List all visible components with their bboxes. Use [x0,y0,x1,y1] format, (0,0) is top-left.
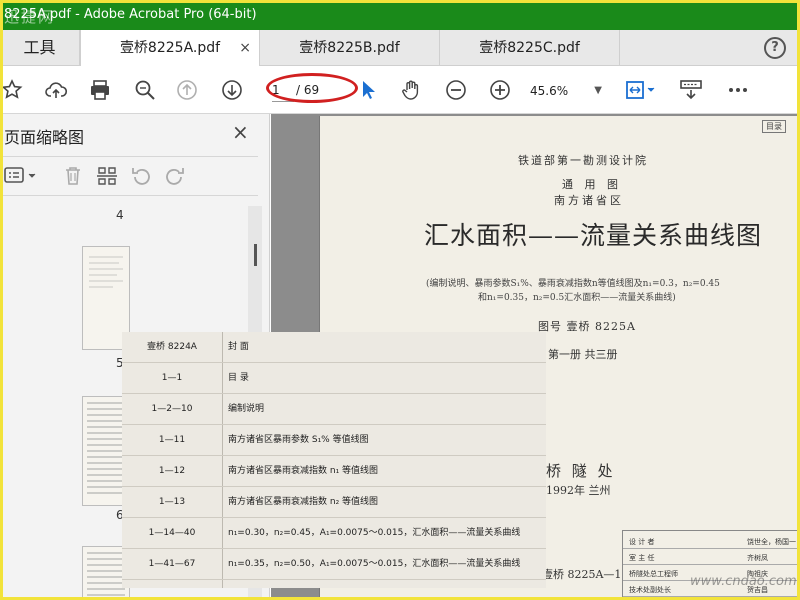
doc-title: 汇水面积——流量关系曲线图 [424,221,763,250]
annotation-highlight-oval [266,73,358,103]
table-row: 1—1 目 录 [122,363,546,394]
rotate-left-icon[interactable] [130,165,152,192]
doc-page-code: 壹桥 8225A—1 [542,568,622,581]
insert-page-icon[interactable] [96,165,118,192]
upload-cloud-icon[interactable] [44,78,68,102]
table-row: 1—14—40 n₁=0.30，n₂=0.45，A₁=0.0075～0.015，汇… [122,518,546,549]
table-row: 1—2—10 编制说明 [122,394,546,425]
zoom-out-icon[interactable] [444,78,468,102]
doc-drawing-number: 图号 壹桥 8225A [538,320,636,333]
delete-page-icon[interactable] [62,165,84,192]
signature-row: 室 主 任齐树凤 [623,551,800,565]
close-icon[interactable]: × [232,120,249,144]
thumbnail-options-icon[interactable] [4,165,40,192]
prev-page-icon[interactable] [175,78,199,102]
doc-subtitle-line-2: 和n₁=0.35，n₂=0.5汇水面积——流量关系曲线) [478,293,676,303]
scroll-mode-icon[interactable] [678,78,704,102]
zoom-in-icon[interactable] [488,78,512,102]
doc-office: 桥 隧 处 [546,462,616,480]
bookmark-star-icon[interactable] [0,78,24,102]
signature-block: 设 计 者饶世全，杨国一 室 主 任齐树凤 桥隧处总工程师 陶祖庆 技术处副处长贺… [622,530,800,600]
doc-date: 1992年 兰州 [546,484,611,497]
hand-icon[interactable] [400,78,424,102]
thumbnail-page-number: 4 [116,208,124,222]
scrollbar-thumb[interactable] [254,244,257,266]
table-row: 壹桥 8224A 封 面 [122,332,546,363]
tab-tools[interactable]: 工具 [0,30,80,66]
toolbar: 1 / 69 45.6% ▼ [0,66,800,114]
select-arrow-icon[interactable] [356,78,380,102]
title-bar: 8225A.pdf - Adobe Acrobat Pro (64-bit) 迅… [0,0,800,30]
help-icon[interactable]: ? [764,37,786,59]
contents-table-overlay: 壹桥 8224A 封 面 1—1 目 录 1—2—10 编制说明 1—11 南方诸省区暴… [122,332,546,588]
table-row: 1—13 南方诸省区暴雨衰减指数 n₂ 等值线图 [122,487,546,518]
doc-subtitle-line-1: (编制说明、暴雨参数S₁%、暴雨衰减指数n等值线图及n₁=0.3，n₂=0.45 [426,279,720,289]
find-icon[interactable] [133,78,157,102]
doc-general-drawing: 通 用 图 [562,178,622,191]
more-icon[interactable] [726,78,750,102]
rotate-right-icon[interactable] [164,165,186,192]
chevron-down-icon: ▼ [594,85,602,96]
site-watermark: www.cndao.com [690,574,797,589]
tab-label: 壹桥8225A.pdf [119,40,221,56]
doc-organization: 铁道部第一勘测设计院 [518,154,648,167]
table-row: 1—11 南方诸省区暴雨参数 S₁% 等值线图 [122,425,546,456]
signature-row: 设 计 者饶世全，杨国一 [623,535,800,549]
tab-bar: 工具 壹桥8225A.pdf × 壹桥8225B.pdf 壹桥8225C.pdf… [0,30,800,66]
print-icon[interactable] [88,78,112,102]
zoom-value: 45.6% [530,84,569,98]
corner-tag: 目录 [762,120,786,133]
next-page-icon[interactable] [220,78,244,102]
table-row: 1—12 南方诸省区暴雨衰减指数 n₁ 等值线图 [122,456,546,487]
table-row: 1—41—67 n₁=0.35，n₂=0.50，A₁=0.0075～0.015，汇… [122,549,546,580]
doc-region: 南方诸省区 [554,194,624,207]
doc-volume: 第一册 共三册 [548,348,618,361]
panel-title: 页面缩略图 [4,128,85,147]
tab-document-b[interactable]: 壹桥8225B.pdf [260,30,440,66]
tab-document-c[interactable]: 壹桥8225C.pdf [440,30,620,66]
close-tab-icon[interactable]: × [239,30,251,66]
site-logo-watermark: 迅捷网 [4,8,56,26]
zoom-select[interactable]: 45.6% ▼ [530,80,604,102]
fit-page-icon[interactable] [624,78,658,102]
tab-document-a[interactable]: 壹桥8225A.pdf × [80,30,260,66]
thumbnail-toolbar [0,156,258,196]
